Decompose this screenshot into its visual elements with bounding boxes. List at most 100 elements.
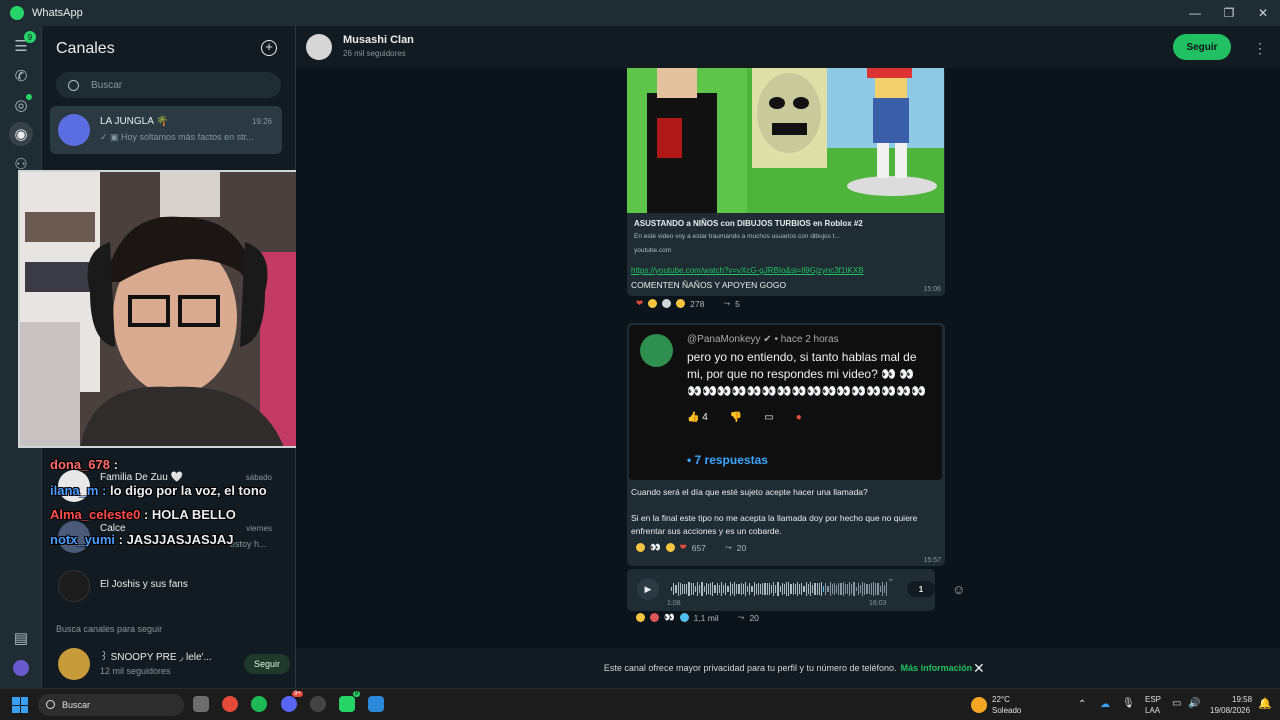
webcam-image bbox=[20, 172, 328, 446]
privacy-more-link[interactable]: Más información bbox=[901, 663, 973, 673]
message-text: Si en la final este tipo no me acepta la… bbox=[631, 513, 918, 536]
search-input[interactable]: Buscar bbox=[56, 72, 281, 98]
channel-name[interactable]: Musashi Clan bbox=[343, 34, 414, 46]
waveform-bar bbox=[694, 585, 697, 593]
waveform-bar bbox=[881, 582, 883, 596]
channel-item-joshis[interactable]: El Joshis y sus fans bbox=[50, 562, 282, 610]
waveform-bar bbox=[870, 583, 872, 595]
task-view-icon[interactable] bbox=[193, 696, 209, 712]
reactions-row[interactable]: 👀 ❤ 657 ⤳ 20 bbox=[636, 542, 746, 553]
overlay-user: Alma_celeste0 bbox=[50, 507, 141, 522]
suggested-follow-button[interactable]: Seguir bbox=[244, 654, 290, 674]
channel-preview: ✓ ▣ Hoy soltamos más factos en str... bbox=[100, 132, 254, 142]
start-icon[interactable] bbox=[12, 697, 28, 713]
clock-date: 19/08/2026 bbox=[1210, 706, 1251, 715]
waveform-bar bbox=[738, 583, 740, 595]
clock-time[interactable]: 19:58 bbox=[1232, 695, 1252, 704]
volume-icon[interactable]: 🔊 bbox=[1188, 698, 1200, 709]
youtube-link[interactable]: https://youtube.com/watch?v=vXcG-gJRBIo&… bbox=[631, 266, 864, 275]
waveform-bar bbox=[671, 587, 673, 591]
message-youtube[interactable]: ASUSTANDO a NIÑOS con DIBUJOS TURBIOS en… bbox=[627, 68, 945, 296]
search-placeholder: Buscar bbox=[91, 79, 123, 91]
commenter-avatar bbox=[640, 334, 673, 367]
channel-item-la-jungla[interactable]: LA JUNGLA 🌴 19:26 ✓ ▣ Hoy soltamos más f… bbox=[50, 106, 282, 154]
obs-icon[interactable] bbox=[310, 696, 326, 712]
waveform-bar bbox=[692, 583, 694, 595]
microphone-icon[interactable]: 🎙 bbox=[1122, 698, 1135, 709]
channel-preview: estoy h... bbox=[230, 539, 267, 549]
follow-button[interactable]: Seguir bbox=[1173, 34, 1231, 60]
chevron-down-icon[interactable]: ⌄ bbox=[887, 573, 895, 584]
message-time: 16:03 bbox=[869, 600, 887, 607]
archive-icon[interactable]: ▤ bbox=[9, 626, 33, 650]
reactions-row[interactable]: 👀 1,1 mil ⤳ 20 bbox=[636, 612, 759, 623]
photos-icon[interactable] bbox=[368, 696, 384, 712]
privacy-notice: Este canal ofrece mayor privacidad para … bbox=[603, 663, 897, 673]
waveform-bar bbox=[716, 582, 718, 596]
maximize-button[interactable]: ❐ bbox=[1212, 0, 1246, 26]
waveform-bar bbox=[875, 583, 877, 595]
waveform-bar bbox=[829, 582, 831, 596]
audio-elapsed: 1:08 bbox=[667, 600, 681, 607]
message-audio[interactable]: ▶ 1:08 16:03 ⌄ 1 bbox=[627, 569, 935, 611]
comment-text: pero yo no entiendo, si tanto hablas mal… bbox=[687, 350, 927, 398]
waveform-bar bbox=[883, 585, 886, 593]
search-icon bbox=[46, 700, 55, 709]
menu-icon[interactable]: ⋮ bbox=[1253, 40, 1267, 57]
waveform-bar bbox=[688, 582, 690, 596]
chrome-icon[interactable] bbox=[222, 696, 238, 712]
network-icon[interactable]: ▭ bbox=[1172, 698, 1181, 709]
waveform-bar bbox=[783, 584, 786, 594]
waveform-bar bbox=[842, 582, 844, 596]
channels-icon[interactable]: ◉ bbox=[9, 122, 33, 146]
keyboard-language[interactable]: ESP bbox=[1145, 695, 1161, 704]
spotify-icon[interactable] bbox=[251, 696, 267, 712]
waveform-bar bbox=[775, 585, 777, 593]
chevron-up-icon[interactable]: ⌃ bbox=[1078, 699, 1086, 710]
onedrive-icon[interactable]: ☁ bbox=[1100, 699, 1110, 710]
profile-icon[interactable] bbox=[9, 656, 33, 680]
message-time: 15:06 bbox=[923, 286, 941, 293]
audio-waveform[interactable] bbox=[671, 582, 888, 596]
waveform-bar bbox=[723, 584, 725, 594]
channel-preview-text: Hoy soltamos más factos en str... bbox=[121, 132, 254, 142]
waveform-bar bbox=[838, 582, 840, 596]
suggested-channel[interactable]: ꒱ SNOOPY PRE ◞ lele'... 12 mil seguidore… bbox=[50, 640, 290, 688]
chats-icon[interactable]: ☰ 9 bbox=[9, 31, 36, 58]
close-icon[interactable]: ✕ bbox=[973, 660, 985, 677]
like-count: 4 bbox=[702, 412, 708, 423]
waveform-bar bbox=[720, 582, 723, 596]
forward-count: 20 bbox=[749, 612, 759, 623]
suggested-name: ꒱ SNOOPY PRE ◞ lele'... bbox=[100, 652, 212, 663]
waveform-bar bbox=[744, 582, 747, 596]
reactions-row[interactable]: ❤ 278 ⤳ 5 bbox=[636, 298, 740, 309]
comment-screenshot: @PanaMonkeyy ✔ • hace 2 horas pero yo no… bbox=[629, 325, 942, 480]
taskbar-search[interactable]: Buscar bbox=[38, 694, 184, 716]
waveform-bar bbox=[766, 582, 768, 596]
taskbar-search-label: Buscar bbox=[62, 700, 91, 710]
playback-speed-button[interactable]: 1 bbox=[907, 581, 935, 597]
react-emoji-icon[interactable]: ☺ bbox=[952, 582, 965, 597]
discord-icon[interactable]: 9+ bbox=[281, 691, 303, 712]
discord-badge: 9+ bbox=[292, 691, 303, 697]
status-icon[interactable]: ◎ bbox=[9, 93, 33, 117]
forward-icon: ⤳ bbox=[724, 542, 732, 552]
minimize-button[interactable]: — bbox=[1178, 0, 1212, 26]
play-button[interactable]: ▶ bbox=[637, 578, 659, 600]
calls-icon[interactable]: ✆ bbox=[9, 64, 33, 88]
add-channel-icon[interactable]: + bbox=[261, 40, 277, 56]
forward-icon: ⤳ bbox=[737, 612, 745, 622]
notification-bell-icon[interactable]: 🔔 bbox=[1258, 697, 1272, 710]
message-comment[interactable]: @PanaMonkeyy ✔ • hace 2 horas pero yo no… bbox=[627, 323, 945, 566]
discover-title: Busca canales para seguir bbox=[56, 624, 163, 634]
waveform-bar bbox=[681, 583, 684, 595]
waveform-bar bbox=[703, 585, 705, 593]
waveform-bar bbox=[853, 582, 855, 596]
youtube-thumbnail[interactable] bbox=[627, 68, 944, 213]
channel-avatar[interactable] bbox=[306, 34, 332, 60]
close-window-button[interactable]: ✕ bbox=[1246, 0, 1280, 26]
laugh-emoji-icon bbox=[636, 543, 645, 552]
whatsapp-taskbar-icon[interactable]: 9 bbox=[339, 691, 360, 712]
webcam-overlay bbox=[18, 170, 330, 448]
waveform-bar bbox=[677, 582, 679, 596]
